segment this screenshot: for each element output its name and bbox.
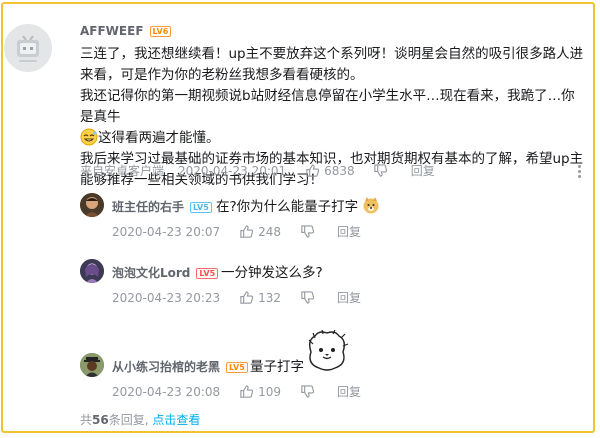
like-count: 132: [258, 290, 282, 305]
reply-content: 一分钟发这么多?: [221, 261, 323, 281]
like-icon[interactable]: [238, 224, 254, 240]
avatar[interactable]: [4, 24, 52, 72]
reply-count-prefix: 共: [80, 413, 93, 427]
reply-button[interactable]: 回复: [337, 289, 361, 306]
reply-avatar[interactable]: [80, 259, 104, 283]
level-badge: LV6: [149, 26, 172, 37]
reply-content: 在?你为什么能量子打字: [216, 195, 380, 215]
username-text[interactable]: 泡泡文化Lord: [112, 266, 190, 280]
comment-meta: 来自安卓客户端 2020-04-23 20:01 6838 回复: [80, 162, 435, 179]
reply-meta: 2020-04-23 20:23 132 回复: [112, 289, 361, 306]
comment-line-text: 这得看两遍才能懂。: [98, 130, 220, 146]
lion-sticker-icon: [305, 329, 349, 372]
reply-count-suffix: 条回复,: [108, 413, 149, 427]
like-icon[interactable]: [238, 384, 254, 400]
username-text[interactable]: AFFWEEF: [80, 24, 144, 38]
comment-username[interactable]: AFFWEEF LV6: [80, 24, 172, 38]
reply-time: 2020-04-23 20:07: [112, 224, 221, 239]
level-badge: LV5: [190, 202, 212, 213]
reply-time: 2020-04-23 20:08: [112, 384, 221, 399]
like-icon[interactable]: [304, 163, 320, 179]
client-source: 来自安卓客户端: [80, 164, 165, 178]
level-badge: LV5: [196, 268, 219, 279]
reply-text: 在?你为什么能量子打字: [216, 199, 359, 215]
reply-username[interactable]: 从小练习抬棺的老黑 LV5: [112, 358, 248, 375]
reply-username[interactable]: 泡泡文化Lord LV5: [112, 264, 219, 281]
like-count: 248: [258, 224, 282, 239]
reply-count-footer: 共56条回复, 点击查看: [80, 411, 200, 428]
comment-line-text: 我还记得你的第一期视频说b站财经信息停留在小学生水平…现在看来，我跪了…你是真牛: [80, 88, 575, 125]
like-count: 109: [258, 384, 282, 399]
reply-button[interactable]: 回复: [337, 223, 361, 240]
reply-username[interactable]: 班主任的右手 LV5: [112, 198, 212, 215]
reply-count: 56: [92, 413, 109, 427]
comment-line: 我还记得你的第一期视频说b站财经信息停留在小学生水平…现在看来，我跪了…你是真牛: [80, 86, 586, 128]
username-text[interactable]: 班主任的右手: [112, 200, 184, 214]
reply-button[interactable]: 回复: [337, 383, 361, 400]
dislike-icon[interactable]: [373, 163, 389, 179]
reply-meta: 2020-04-23 20:07 248 回复: [112, 223, 361, 240]
level-badge: LV5: [226, 362, 248, 373]
default-tv-avatar-icon: [4, 24, 52, 72]
grin-emoji-icon: [80, 128, 98, 146]
comment-time: 2020-04-23 20:01: [178, 163, 287, 178]
like-count: 6838: [324, 163, 355, 178]
like-icon[interactable]: [238, 290, 254, 306]
dislike-icon[interactable]: [299, 384, 315, 400]
reply-avatar[interactable]: [80, 353, 104, 377]
reply-text: 量子打字: [250, 359, 304, 375]
view-replies-link[interactable]: 点击查看: [152, 413, 200, 427]
more-options-icon[interactable]: [578, 165, 582, 180]
reply-content: 量子打字: [250, 355, 304, 375]
comment-line: 这得看两遍才能懂。: [80, 128, 586, 149]
reply-time: 2020-04-23 20:23: [112, 290, 221, 305]
username-text[interactable]: 从小练习抬棺的老黑: [112, 360, 220, 374]
reply-meta: 2020-04-23 20:08 109 回复: [112, 383, 361, 400]
dislike-icon[interactable]: [299, 290, 315, 306]
reply-text: 一分钟发这么多?: [221, 265, 323, 281]
comment-line: 三连了，我还想继续看！up主不要放弃这个系列呀！谈明星会自然的吸引很多路人进来看…: [80, 46, 584, 83]
doge-emoji-icon: [362, 196, 380, 214]
dislike-icon[interactable]: [299, 224, 315, 240]
reply-button[interactable]: 回复: [411, 162, 435, 179]
reply-avatar[interactable]: [80, 193, 104, 217]
